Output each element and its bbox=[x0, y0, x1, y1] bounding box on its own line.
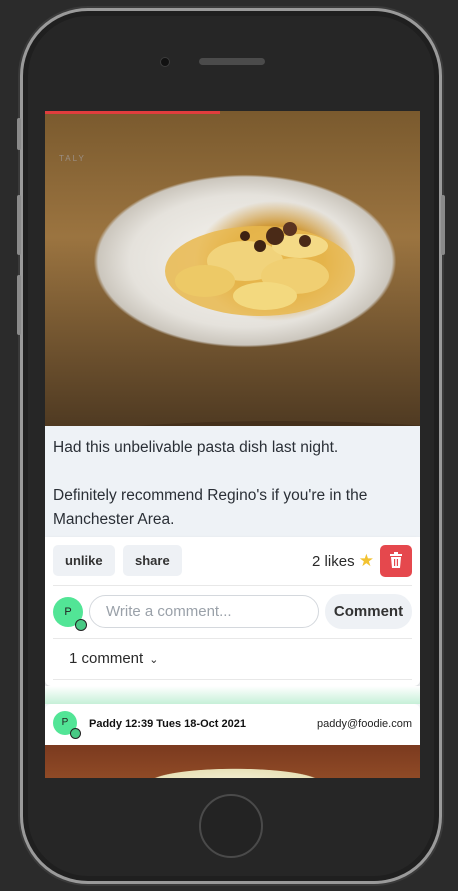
next-post-header: P Paddy 12:39 Tues 18-Oct 2021 paddy@foo… bbox=[45, 704, 420, 745]
front-camera bbox=[160, 57, 170, 67]
power-button bbox=[441, 195, 445, 255]
divider bbox=[53, 638, 412, 639]
volume-up-button bbox=[17, 195, 21, 255]
avatar-initial: P bbox=[61, 717, 69, 728]
share-button[interactable]: share bbox=[123, 545, 182, 576]
home-button[interactable] bbox=[199, 794, 263, 858]
next-post-image bbox=[45, 745, 420, 778]
earpiece-speaker bbox=[199, 58, 265, 65]
post-actions-panel: unlike share 2 likes ★ P Comment 1 comme… bbox=[45, 537, 420, 686]
likes-count: 2 likes ★ bbox=[312, 551, 374, 571]
divider bbox=[53, 679, 412, 680]
likes-text: 2 likes bbox=[312, 553, 355, 570]
chevron-down-icon: ⌄ bbox=[149, 654, 159, 666]
avatar: P bbox=[53, 711, 81, 739]
avatar-initial: P bbox=[64, 606, 72, 618]
caption-line-1: Had this unbelivable pasta dish last nig… bbox=[53, 439, 339, 456]
feed-gap bbox=[45, 686, 420, 704]
post-caption: Had this unbelivable pasta dish last nig… bbox=[45, 426, 420, 537]
post-image: TALY bbox=[45, 111, 420, 426]
comment-input[interactable] bbox=[89, 595, 319, 628]
avatar: P bbox=[53, 597, 87, 631]
caption-line-2: Definitely recommend Regino's if you're … bbox=[53, 487, 368, 528]
online-status-icon bbox=[70, 728, 81, 739]
volume-down-button bbox=[17, 275, 21, 335]
post-author-line: Paddy 12:39 Tues 18-Oct 2021 bbox=[89, 718, 246, 730]
comments-count: 1 comment bbox=[69, 650, 144, 667]
star-icon: ★ bbox=[358, 551, 374, 570]
online-status-icon bbox=[75, 619, 87, 631]
delete-post-button[interactable] bbox=[380, 545, 412, 577]
comments-toggle[interactable]: 1 comment ⌄ bbox=[69, 650, 158, 667]
divider bbox=[53, 585, 412, 586]
comment-submit-button[interactable]: Comment bbox=[325, 594, 412, 629]
post-author-email: paddy@foodie.com bbox=[317, 718, 412, 730]
app-screen: TALY Had this unbelivable pasta dish las… bbox=[45, 111, 420, 778]
trash-icon bbox=[390, 551, 402, 568]
pasta-illustration bbox=[134, 222, 420, 426]
unlike-button[interactable]: unlike bbox=[53, 545, 115, 576]
mute-switch bbox=[17, 118, 21, 150]
